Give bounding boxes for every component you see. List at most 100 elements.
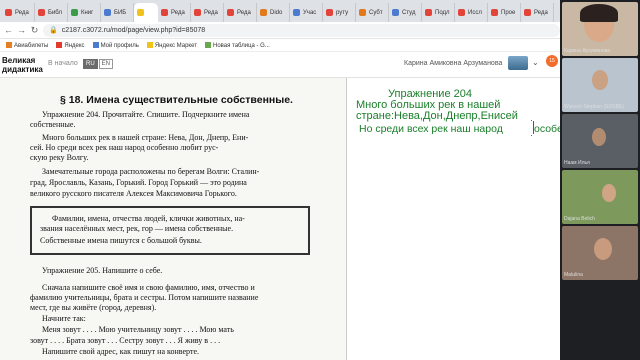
selection-handle[interactable] bbox=[530, 119, 533, 122]
tab-title: БИБ bbox=[114, 9, 127, 16]
browser-tab[interactable]: Dido bbox=[257, 3, 290, 22]
selection-handle[interactable] bbox=[530, 134, 533, 137]
home-link[interactable]: В начало bbox=[48, 60, 78, 67]
lang-en-button[interactable]: EN bbox=[98, 59, 114, 69]
tab-favicon-icon bbox=[293, 9, 300, 16]
text-line: Начните так: bbox=[42, 314, 86, 323]
browser-tab[interactable]: Учас bbox=[290, 3, 323, 22]
tab-favicon-icon bbox=[491, 9, 498, 16]
textbook-page: § 18. Имена существительные собственные.… bbox=[0, 78, 346, 360]
text-line: град, Ярославль, Казань, Горький. Город … bbox=[30, 178, 247, 187]
user-name[interactable]: Карина Амиковна Арзуманова bbox=[404, 60, 502, 67]
tab-title: Библ bbox=[48, 9, 62, 16]
participant-face bbox=[592, 70, 608, 90]
tab-title: руту bbox=[336, 9, 349, 16]
tab-favicon-icon bbox=[425, 9, 432, 16]
participant-tile[interactable]: Matulina bbox=[562, 226, 638, 280]
lock-icon: 🔒 bbox=[49, 27, 58, 34]
tab-title: Учас bbox=[303, 9, 317, 16]
browser-tab[interactable]: Библ bbox=[35, 3, 68, 22]
tab-favicon-icon bbox=[359, 9, 366, 16]
participant-tile[interactable]: Наам Илья bbox=[562, 114, 638, 168]
browser-tab[interactable]: БИБ bbox=[101, 3, 134, 22]
tab-favicon-icon bbox=[161, 9, 168, 16]
language-switch: RU EN bbox=[83, 59, 114, 69]
url-text: c2187.c3072.ru/mod/page/view.php?id=8507… bbox=[61, 26, 206, 34]
tab-favicon-icon bbox=[326, 9, 333, 16]
tab-favicon-icon bbox=[38, 9, 45, 16]
text-line: сей. Но среди всех рек наш народ особенн… bbox=[30, 143, 219, 152]
participant-name: Wunsch Stephan (SOSBE) bbox=[564, 104, 624, 110]
rule-line: Собственные имена пишутся с большой букв… bbox=[40, 236, 202, 245]
participant-tile[interactable]: Wunsch Stephan (SOSBE) bbox=[562, 58, 638, 112]
bookmarks-bar: Авиабилеты Яндекс Мой профиль Яндекс Мар… bbox=[0, 39, 560, 52]
browser-tab[interactable]: Иссл bbox=[455, 3, 488, 22]
rule-line: Фамилии, имена, отчества людей, клички ж… bbox=[52, 214, 245, 223]
browser-tab[interactable]: Подл bbox=[422, 3, 455, 22]
browser-tab[interactable]: Реда bbox=[521, 3, 554, 22]
participant-hair bbox=[580, 4, 618, 22]
board-line: Но среди всех рек наш народ bbox=[359, 123, 503, 135]
text-line: Много больших рек в нашей стране: Нева, … bbox=[42, 133, 249, 142]
site-header: Великая дидактика В начало RU EN Карина А… bbox=[0, 52, 560, 78]
text-line: мест, где вы живёте (город, деревня). bbox=[30, 303, 157, 312]
avatar[interactable] bbox=[508, 56, 528, 70]
tab-title: Книг bbox=[81, 9, 94, 16]
tab-title: Субт bbox=[369, 9, 383, 16]
notification-badge[interactable]: 15 bbox=[546, 55, 558, 67]
bookmark-1[interactable]: Яндекс bbox=[56, 41, 85, 49]
text-line: Упражнение 204. Прочитайте. Спишите. Под… bbox=[42, 110, 250, 119]
bookmark-0[interactable]: Авиабилеты bbox=[6, 41, 48, 49]
tab-favicon-icon bbox=[194, 9, 201, 16]
participants-panel: Карина Арзуманова Wunsch Stephan (SOSBE)… bbox=[560, 0, 640, 360]
tab-favicon-icon bbox=[71, 9, 78, 16]
board-line-overflow: особе bbox=[534, 124, 560, 135]
browser-tab[interactable]: Студ bbox=[389, 3, 422, 22]
tab-title: Реда bbox=[237, 9, 251, 16]
tab-favicon-icon bbox=[458, 9, 465, 16]
back-icon[interactable]: ← bbox=[4, 25, 13, 35]
bookmark-2[interactable]: Мой профиль bbox=[92, 41, 139, 49]
chevron-down-icon[interactable]: ⌄ bbox=[532, 58, 539, 67]
participant-name: Карина Арзуманова bbox=[564, 48, 611, 54]
bookmark-3[interactable]: Яндекс Маркет bbox=[146, 41, 197, 49]
address-bar-row: ← → ↻ 🔒 c2187.c3072.ru/mod/page/view.php?… bbox=[0, 22, 560, 39]
textbook-heading: § 18. Имена существительные собственные. bbox=[60, 94, 293, 106]
forward-icon[interactable]: → bbox=[17, 25, 26, 35]
browser-tab[interactable] bbox=[134, 3, 158, 22]
text-line: Замечательные города расположены по бере… bbox=[42, 167, 260, 176]
browser-tab[interactable]: Реда bbox=[158, 3, 191, 22]
lang-ru-button[interactable]: RU bbox=[83, 59, 98, 69]
participant-tile[interactable]: Dajana Belich bbox=[562, 170, 638, 224]
participant-name: Наам Илья bbox=[564, 160, 590, 166]
participant-name: Dajana Belich bbox=[564, 216, 595, 222]
participant-face bbox=[602, 184, 616, 202]
browser-tab[interactable]: Реда bbox=[191, 3, 224, 22]
site-logo[interactable]: Великая дидактика bbox=[2, 56, 43, 74]
tab-title: Реда bbox=[204, 9, 218, 16]
browser-tab[interactable]: Книг bbox=[68, 3, 101, 22]
text-line: зовут . . . . Брата зовут . . . Сестру з… bbox=[30, 336, 221, 345]
text-line: Сначала напишите своё имя и свою фамилию… bbox=[42, 283, 255, 292]
browser-tab[interactable]: Прое bbox=[488, 3, 521, 22]
text-line: Напишите свой адрес, как пишут на конвер… bbox=[42, 347, 199, 356]
tab-title: Реда bbox=[534, 9, 548, 16]
text-line: Упражнение 205. Напишите о себе. bbox=[42, 266, 163, 275]
browser-tab[interactable]: Реда bbox=[224, 3, 257, 22]
browser-tab[interactable]: Реда bbox=[2, 3, 35, 22]
bookmark-4[interactable]: Новая таблица - G... bbox=[205, 41, 270, 49]
tab-title: Реда bbox=[15, 9, 29, 16]
tab-favicon-icon bbox=[104, 9, 111, 16]
text-line: скую реку Волгу. bbox=[30, 153, 89, 162]
url-field[interactable]: 🔒 c2187.c3072.ru/mod/page/view.php?id=850… bbox=[43, 23, 560, 37]
tab-title: Прое bbox=[501, 9, 516, 16]
reload-icon[interactable]: ↻ bbox=[30, 25, 39, 36]
participant-tile[interactable]: Карина Арзуманова bbox=[562, 2, 638, 56]
text-line: собственные. bbox=[30, 120, 76, 129]
tab-title: Реда bbox=[171, 9, 185, 16]
tab-favicon-icon bbox=[392, 9, 399, 16]
browser-tab[interactable]: руту bbox=[323, 3, 356, 22]
tab-favicon-icon bbox=[227, 9, 234, 16]
browser-tab[interactable]: Субт bbox=[356, 3, 389, 22]
text-line: Меня зовут . . . . Мою учительницу зовут… bbox=[42, 325, 234, 334]
